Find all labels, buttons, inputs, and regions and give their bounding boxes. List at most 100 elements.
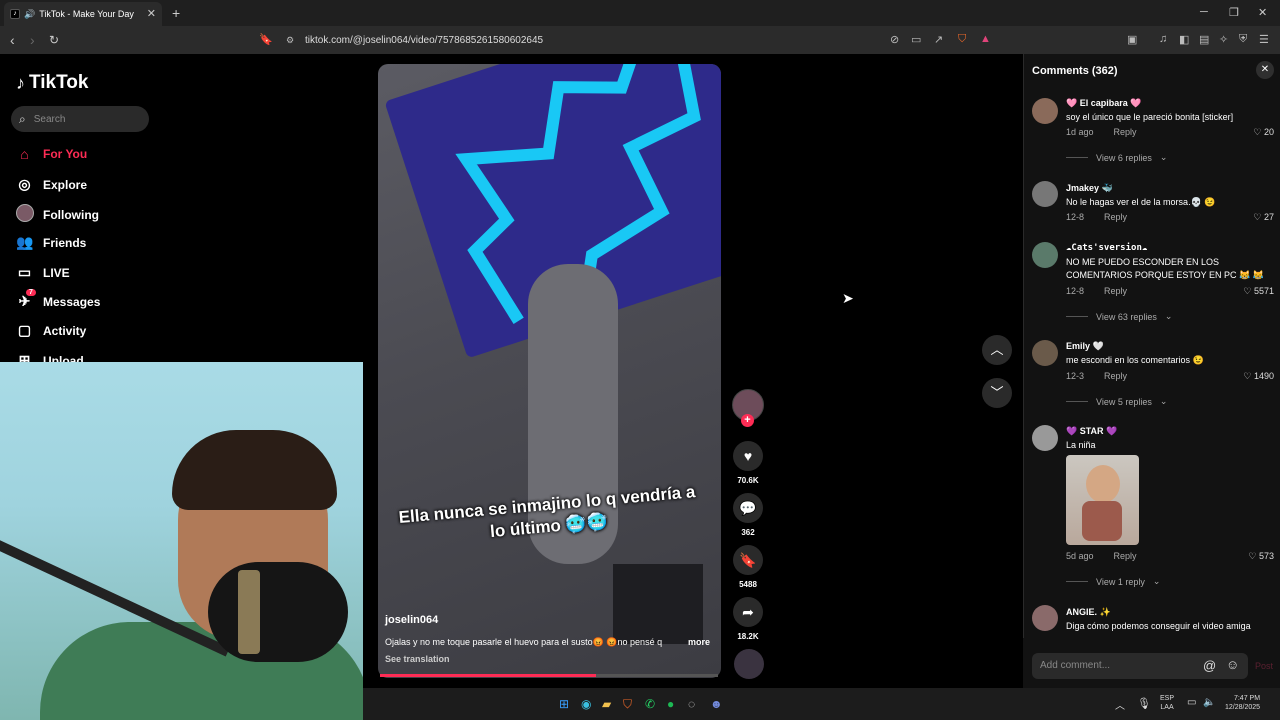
tiktok-logo[interactable]: ♪ TikTok [16,72,88,94]
search-input[interactable]: ⌕ Search [11,106,149,132]
music-disc[interactable] [734,649,764,679]
commenter-avatar[interactable] [1032,242,1058,268]
spotify-icon[interactable]: ● [667,697,674,711]
microphone-tray-icon[interactable]: 🎙 [1137,697,1151,710]
reply-button[interactable]: Reply [1104,212,1127,222]
commenter-name[interactable]: 🩷 El capibara 🩷 [1066,98,1141,109]
comment-time: 1d ago [1066,127,1094,137]
follow-plus-icon[interactable]: + [741,414,754,427]
edge-icon[interactable]: ◉ [581,697,591,711]
brave-rewards-icon[interactable]: ▲ [980,33,991,45]
new-tab-icon[interactable]: + [172,5,180,21]
commenter-avatar[interactable] [1032,181,1058,207]
view-replies-button[interactable]: View 5 replies ⌄ [1066,396,1167,407]
browser-tab[interactable]: ♪ 🔊 TikTok - Make Your Day ✕ [4,2,162,26]
video-player[interactable]: Ella nunca se inmajino lo q vendría a lo… [378,64,721,678]
sidebar-item-explore[interactable]: ◎ Explore [16,176,87,193]
view-replies-button[interactable]: View 63 replies ⌄ [1066,311,1172,322]
tab-title: TikTok - Make Your Day [39,9,134,19]
menu-icon[interactable]: ☰ [1259,33,1269,46]
commenter-avatar[interactable] [1032,340,1058,366]
sidebar-item-friends[interactable]: 👥 Friends [16,234,86,251]
reload-icon[interactable]: ↻ [49,33,59,47]
forward-icon[interactable]: › [30,32,35,48]
more-link[interactable]: more [688,637,710,647]
sidebar-item-for-you[interactable]: ⌂ For You [16,146,87,162]
like-button[interactable]: ♥ 70.6K [733,441,763,485]
close-tab-icon[interactable]: ✕ [147,7,156,20]
previous-video-button[interactable]: ︿ [982,335,1012,365]
next-video-button[interactable]: ﹀ [982,378,1012,408]
vpn-icon[interactable]: ⛨ [1239,33,1247,46]
share-button[interactable]: ➦ 18.2K [733,597,763,641]
reply-button[interactable]: Reply [1104,371,1127,381]
comment-sticker-image[interactable] [1066,455,1139,545]
minimize-icon[interactable]: ─ [1200,6,1208,18]
tray-chevron-up-icon[interactable]: ︿ [1115,697,1125,712]
close-comments-icon[interactable]: ✕ [1256,61,1274,79]
reply-button[interactable]: Reply [1104,286,1127,296]
comment-like[interactable]: ♡ 20 [1253,127,1274,138]
sidebar-item-following[interactable]: Following [16,204,99,225]
sidebar-item-activity[interactable]: ▢ Activity [16,322,86,339]
site-info-icon[interactable]: ⚙ [286,35,294,46]
maximize-icon[interactable]: ❐ [1229,6,1239,19]
browser-tab-bar [0,0,1280,26]
screen-icon[interactable]: ▭ [911,33,921,46]
sidebar-item-messages[interactable]: ✈ 7 Messages [16,289,100,310]
heart-outline-icon: ♡ [1253,127,1262,137]
taskbar-clock[interactable]: 7:47 PM 12/28/2025 [1225,694,1260,712]
commenter-name[interactable]: ☁Cats'sversion☁ [1066,243,1147,253]
comment-like[interactable]: ♡ 573 [1248,551,1274,562]
heart-outline-icon: ♡ [1248,551,1257,561]
sidebar-item-live[interactable]: ▭ LIVE [16,264,70,281]
reply-button[interactable]: Reply [1114,551,1137,561]
whatsapp-icon[interactable]: ✆ [645,697,655,711]
close-window-icon[interactable]: ✕ [1258,6,1267,19]
obs-icon[interactable]: ◌ [688,697,695,711]
see-translation-link[interactable]: See translation [385,654,450,664]
avatar [16,204,34,225]
post-button[interactable]: Post [1255,661,1273,671]
brave-shield-icon[interactable]: ⛉ [958,33,966,46]
mention-icon[interactable]: @ [1203,658,1216,673]
comment-button[interactable]: 💬 362 [733,493,763,537]
discord-icon[interactable]: ☻ [710,697,723,711]
save-button[interactable]: 🔖 5488 [733,545,763,589]
commenter-name[interactable]: 💜 STAR 💜 [1066,426,1117,437]
volume-icon[interactable]: 🔈 [1203,697,1215,708]
heart-icon: ♥ [733,441,763,471]
view-replies-button[interactable]: View 1 reply ⌄ [1066,576,1160,587]
comment-like[interactable]: ♡ 5571 [1243,286,1274,297]
view-replies-button[interactable]: View 6 replies ⌄ [1066,152,1167,163]
comment-like[interactable]: ♡ 27 [1253,212,1274,223]
network-icon[interactable]: ▭ [1187,697,1196,708]
comment-like[interactable]: ♡ 1490 [1243,371,1274,382]
commenter-avatar[interactable] [1032,605,1058,631]
leo-icon[interactable]: ✧ [1219,33,1228,46]
brave-icon[interactable]: ⛉ [623,697,632,712]
cast-off-icon[interactable]: ⊘ [890,33,899,46]
commenter-avatar[interactable] [1032,425,1058,451]
wallet-icon[interactable]: ▤ [1199,33,1209,46]
commenter-name[interactable]: Emily 🤍 [1066,341,1104,352]
commenter-name[interactable]: ANGIE. ✨ [1066,607,1111,618]
music-icon[interactable]: ♫ [1159,33,1167,45]
url-field[interactable]: tiktok.com/@joselin064/video/75786852615… [305,35,543,46]
sidebar-icon[interactable]: ◧ [1179,33,1189,46]
media-icon[interactable]: ▣ [1127,33,1137,46]
comment-count: 362 [741,528,755,537]
back-icon[interactable]: ‹ [10,32,15,48]
commenter-name[interactable]: Jmakey 🐳 [1066,183,1113,194]
language-indicator[interactable]: ESP LAA [1160,694,1174,712]
video-author[interactable]: joselin064 [385,614,438,626]
microphone [208,562,348,662]
emoji-icon[interactable]: ☺ [1226,657,1239,672]
video-description: Ojalas y no me toque pasarle el huevo pa… [385,637,663,647]
file-explorer-icon[interactable]: ▰ [602,697,611,711]
start-icon[interactable]: ⊞ [559,697,569,711]
reply-button[interactable]: Reply [1114,127,1137,137]
bookmark-icon[interactable]: 🔖 [259,33,273,46]
commenter-avatar[interactable] [1032,98,1058,124]
share-icon[interactable]: ↗ [934,33,943,46]
